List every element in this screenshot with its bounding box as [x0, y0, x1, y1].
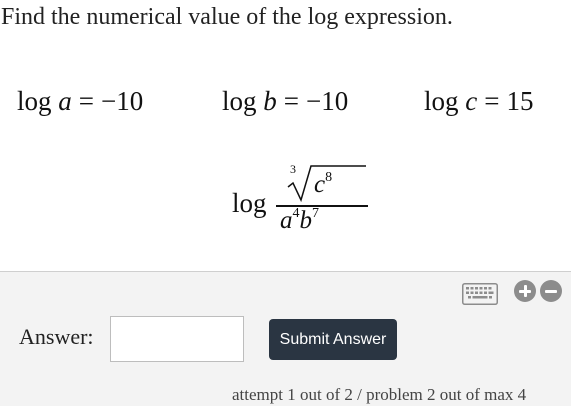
expression-log: log — [232, 188, 267, 218]
keyboard-icon[interactable] — [462, 283, 498, 305]
submit-answer-button[interactable]: Submit Answer — [269, 319, 397, 360]
given-log-b: log b = −10 — [222, 86, 348, 117]
given-var: b — [263, 86, 277, 116]
given-var: a — [58, 86, 72, 116]
denominator-exp-a: 4 — [292, 206, 300, 221]
plus-circle-icon[interactable] — [514, 280, 536, 302]
expression-denominator: a4b7 — [280, 206, 319, 235]
given-op: = — [78, 86, 94, 116]
attempt-status: attempt 1 out of 2 / problem 2 out of ma… — [232, 385, 527, 404]
denominator-base-b: b — [299, 207, 313, 234]
answer-input[interactable] — [110, 316, 244, 362]
radicand: c8 — [314, 170, 333, 199]
given-fn: log — [17, 86, 52, 116]
radicand-exponent: 8 — [325, 170, 333, 185]
question-area: Find the numerical value of the log expr… — [0, 0, 571, 271]
given-fn: log — [222, 86, 257, 116]
minus-circle-icon[interactable] — [540, 280, 562, 302]
given-value: −10 — [101, 86, 144, 116]
answer-panel: Answer: Submit Answer attempt 1 out of 2… — [0, 271, 571, 406]
given-var: c — [465, 86, 478, 116]
question-prompt: Find the numerical value of the log expr… — [1, 4, 453, 30]
given-value: −10 — [306, 86, 349, 116]
radicand-base: c — [314, 171, 326, 198]
answer-label: Answer: — [19, 324, 94, 349]
given-op: = — [484, 86, 500, 116]
denominator-exp-b: 7 — [312, 206, 319, 221]
given-value: 15 — [506, 86, 534, 116]
given-op: = — [283, 86, 299, 116]
denominator-base-a: a — [280, 207, 293, 234]
given-log-a: log a = −10 — [17, 86, 143, 117]
log-expression: log 3 c8 a4b7 — [232, 162, 368, 243]
given-log-c: log c = 15 — [424, 86, 533, 117]
given-fn: log — [424, 86, 459, 116]
root-index: 3 — [290, 162, 296, 176]
expression-numerator: 3 c8 — [282, 162, 366, 203]
